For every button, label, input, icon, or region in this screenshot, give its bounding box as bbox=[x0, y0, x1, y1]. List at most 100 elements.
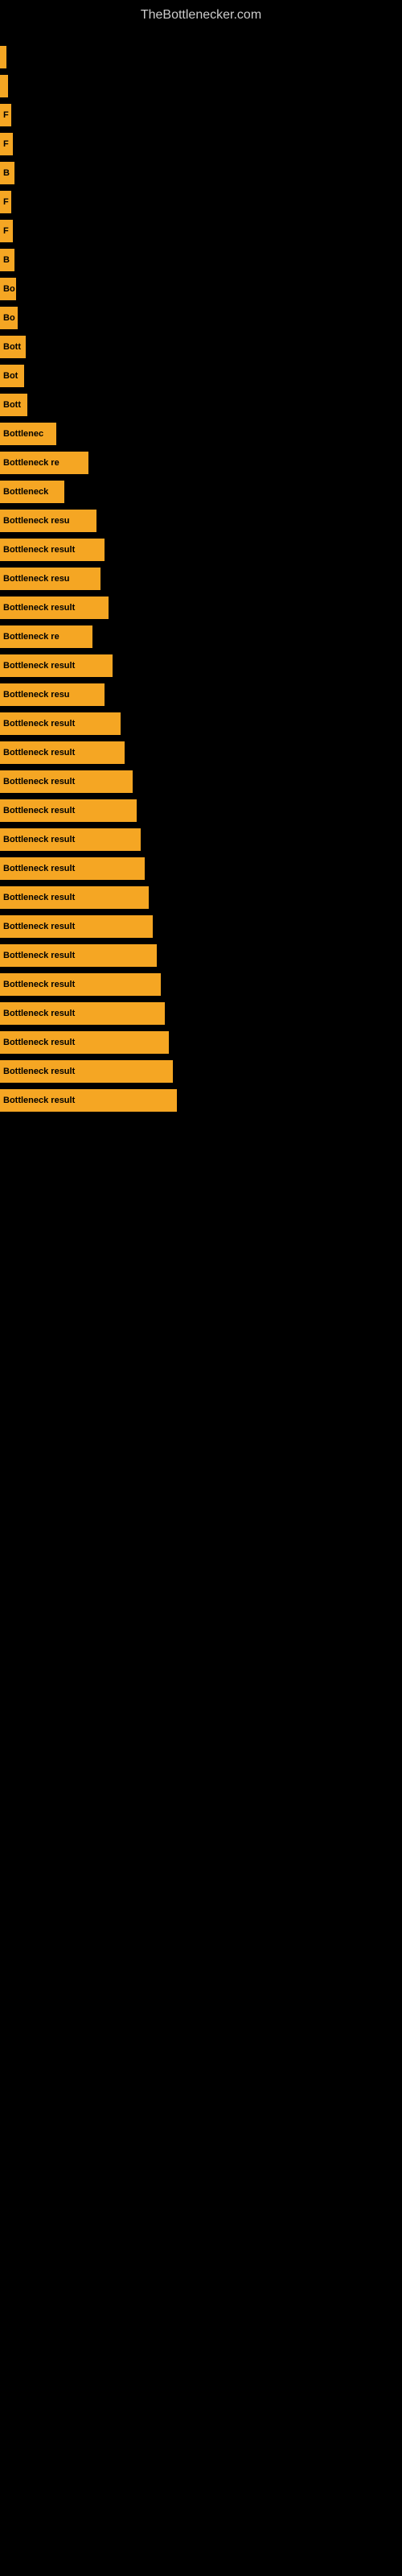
bar-row bbox=[0, 72, 402, 101]
bar-label: F bbox=[3, 197, 9, 207]
bar: Bottleneck result bbox=[0, 857, 145, 880]
bar-label: Bottleneck result bbox=[3, 545, 75, 555]
bar-label: F bbox=[3, 226, 9, 236]
bar-row: Bottleneck result bbox=[0, 738, 402, 767]
bar-row: Bottleneck resu bbox=[0, 506, 402, 535]
bar-row: Bottleneck re bbox=[0, 622, 402, 651]
bar-row: Bottleneck resu bbox=[0, 564, 402, 593]
bar: B bbox=[0, 162, 14, 184]
bar: Bottleneck result bbox=[0, 886, 149, 909]
bar-label: Bo bbox=[3, 313, 15, 323]
bar-row: Bottleneck result bbox=[0, 535, 402, 564]
bar-row: Bottleneck result bbox=[0, 1028, 402, 1057]
bar-label: Bott bbox=[3, 400, 21, 410]
bar-row: Bottleneck result bbox=[0, 883, 402, 912]
bar-row: Bottleneck bbox=[0, 477, 402, 506]
bar-row: F bbox=[0, 217, 402, 246]
bar-label: Bottlenec bbox=[3, 429, 43, 439]
bar: F bbox=[0, 191, 11, 213]
bar-label: Bottleneck result bbox=[3, 806, 75, 815]
bar-label: Bottleneck result bbox=[3, 603, 75, 613]
bar-row: Bottleneck resu bbox=[0, 680, 402, 709]
bar-label: Bottleneck resu bbox=[3, 690, 70, 700]
bar: Bottleneck result bbox=[0, 539, 105, 561]
bar: F bbox=[0, 104, 11, 126]
bar: Bottlenec bbox=[0, 423, 56, 445]
bar: Bottleneck result bbox=[0, 1089, 177, 1112]
bar-row bbox=[0, 43, 402, 72]
bar: Bottleneck result bbox=[0, 1060, 173, 1083]
bar-row: Bottleneck result bbox=[0, 796, 402, 825]
bar-label: Bottleneck result bbox=[3, 835, 75, 844]
bar: Bo bbox=[0, 278, 16, 300]
bar-row: Bottleneck result bbox=[0, 970, 402, 999]
bar-label: Bottleneck result bbox=[3, 661, 75, 671]
bars-wrapper: F F B F F B Bo Bo Bott Bot Bott Bottlenec Bottleneck… bbox=[0, 27, 402, 1115]
bar: F bbox=[0, 133, 13, 155]
bar-label: Bottleneck result bbox=[3, 893, 75, 902]
bar-row: Bottleneck result bbox=[0, 709, 402, 738]
bar: Bottleneck result bbox=[0, 973, 161, 996]
bar: F bbox=[0, 220, 13, 242]
bar: Bottleneck result bbox=[0, 654, 113, 677]
bar-row: Bottleneck result bbox=[0, 912, 402, 941]
bar-row: B bbox=[0, 159, 402, 188]
bar: Bottleneck result bbox=[0, 1002, 165, 1025]
bar: Bott bbox=[0, 394, 27, 416]
bar: Bottleneck result bbox=[0, 828, 141, 851]
bar-row: Bottleneck re bbox=[0, 448, 402, 477]
bar-row: Bottleneck result bbox=[0, 825, 402, 854]
bar-label: Bottleneck result bbox=[3, 1009, 75, 1018]
bar: Bot bbox=[0, 365, 24, 387]
bar-label: Bottleneck result bbox=[3, 922, 75, 931]
bar: B bbox=[0, 249, 14, 271]
bar-row: F bbox=[0, 130, 402, 159]
bar-row: Bott bbox=[0, 390, 402, 419]
bar-row: Bo bbox=[0, 275, 402, 303]
bar: Bottleneck resu bbox=[0, 568, 100, 590]
bar-row: F bbox=[0, 101, 402, 130]
bar: Bottleneck result bbox=[0, 597, 109, 619]
bar-row: Bottleneck result bbox=[0, 999, 402, 1028]
bar: Bott bbox=[0, 336, 26, 358]
bar-label: Bo bbox=[3, 284, 15, 294]
bar-label: Bott bbox=[3, 342, 21, 352]
bar-label: Bottleneck bbox=[3, 487, 48, 497]
bar-row: Bo bbox=[0, 303, 402, 332]
bar-row: Bottleneck result bbox=[0, 1057, 402, 1086]
bar-row: Bottleneck result bbox=[0, 854, 402, 883]
bar-label: Bottleneck resu bbox=[3, 516, 70, 526]
bar-label: B bbox=[3, 168, 10, 178]
bar-row: Bottleneck result bbox=[0, 593, 402, 622]
bar-row: Bottleneck result bbox=[0, 1086, 402, 1115]
bar-label: Bottleneck re bbox=[3, 632, 59, 642]
bar-label: Bottleneck result bbox=[3, 1038, 75, 1047]
bar-row: B bbox=[0, 246, 402, 275]
bar-row: Bottlenec bbox=[0, 419, 402, 448]
bar-row: Bottleneck result bbox=[0, 941, 402, 970]
bar: Bottleneck re bbox=[0, 625, 92, 648]
bar bbox=[0, 75, 8, 97]
bar: Bottleneck result bbox=[0, 741, 125, 764]
bar-label: Bottleneck result bbox=[3, 1096, 75, 1105]
bar: Bottleneck result bbox=[0, 944, 157, 967]
bar-row: Bott bbox=[0, 332, 402, 361]
bar-label: F bbox=[3, 139, 9, 149]
bar: Bottleneck result bbox=[0, 1031, 169, 1054]
bar: Bottleneck resu bbox=[0, 683, 105, 706]
bar-label: Bottleneck result bbox=[3, 748, 75, 758]
bar: Bottleneck result bbox=[0, 915, 153, 938]
bar-row: Bottleneck result bbox=[0, 767, 402, 796]
bar-label: F bbox=[3, 110, 9, 120]
site-title: TheBottlenecker.com bbox=[0, 0, 402, 27]
bar-row: F bbox=[0, 188, 402, 217]
bar: Bottleneck bbox=[0, 481, 64, 503]
bar-label: Bottleneck result bbox=[3, 1067, 75, 1076]
bar-label: Bottleneck result bbox=[3, 777, 75, 786]
bar-label: B bbox=[3, 255, 10, 265]
bar-label: Bottleneck result bbox=[3, 719, 75, 729]
bar: Bottleneck result bbox=[0, 799, 137, 822]
bar-row: Bot bbox=[0, 361, 402, 390]
bar-label: Bottleneck result bbox=[3, 864, 75, 873]
bar-label: Bot bbox=[3, 371, 18, 381]
